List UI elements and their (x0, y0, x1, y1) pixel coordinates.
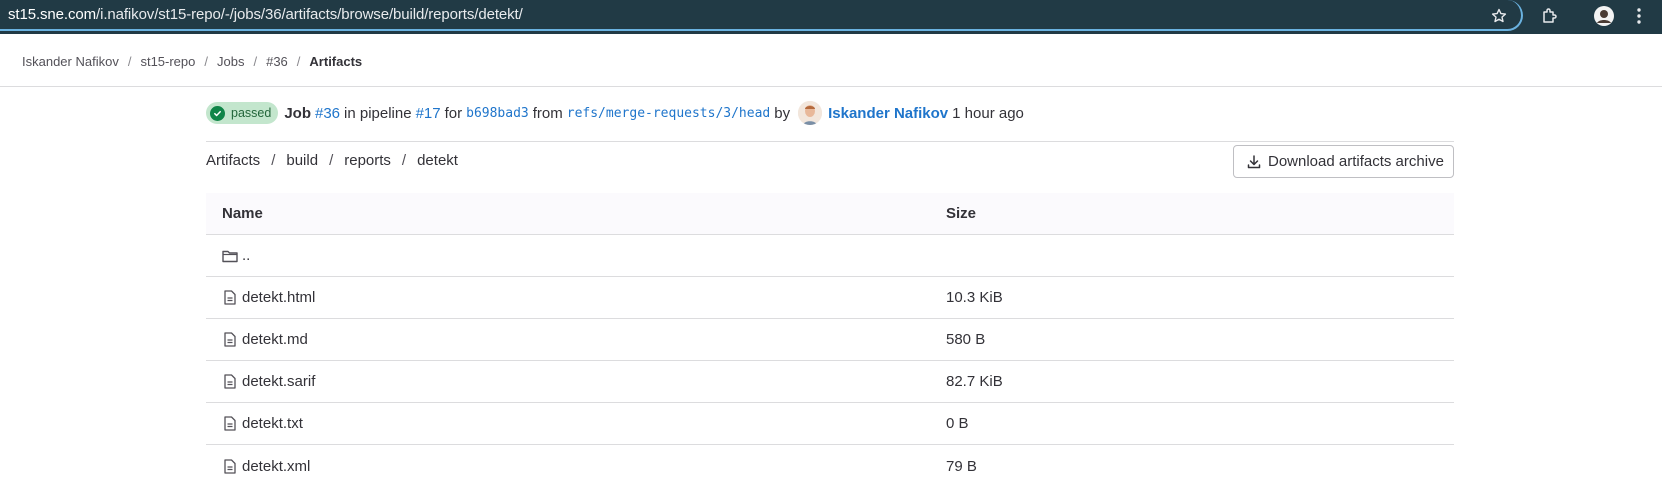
check-circle-icon (210, 105, 225, 121)
job-link[interactable]: #36 (315, 105, 340, 122)
pipeline-link[interactable]: #17 (416, 105, 441, 122)
address-bar[interactable]: st15.sne.com/i.nafikov/st15-repo/-/jobs/… (0, 0, 1523, 31)
extensions-icon[interactable] (1538, 4, 1562, 28)
file-name[interactable]: detekt.xml (242, 458, 310, 475)
file-name[interactable]: detekt.txt (242, 415, 303, 432)
breadcrumb-repo[interactable]: st15-repo (140, 54, 195, 69)
in-pipeline-text: in pipeline (344, 104, 412, 122)
file-size: 79 B (946, 457, 977, 475)
download-icon (1246, 154, 1262, 170)
url-domain: st15.sne.com (8, 6, 97, 23)
breadcrumb-user[interactable]: Iskander Nafikov (22, 54, 119, 69)
document-icon (222, 416, 238, 432)
file-size: 580 B (946, 331, 986, 348)
breadcrumb-separator: / (253, 54, 258, 69)
file-name[interactable]: detekt.sarif (242, 373, 315, 390)
author-link[interactable]: Iskander Nafikov (828, 105, 948, 122)
download-label: Download artifacts archive (1268, 153, 1444, 170)
commit-link[interactable]: b698bad3 (466, 106, 529, 121)
parent-link[interactable]: .. (242, 247, 250, 264)
artifacts-table: Name Size .. detekt.html 10.3 KiB detekt… (206, 193, 1454, 487)
breadcrumb-jobs[interactable]: Jobs (217, 54, 244, 69)
file-name[interactable]: detekt.md (242, 331, 308, 348)
document-icon (222, 332, 238, 348)
time-ago: 1 hour ago (952, 104, 1024, 122)
path-separator: / (329, 152, 334, 169)
breadcrumb-separator: / (204, 54, 208, 69)
job-label: Job (284, 104, 311, 122)
breadcrumb-separator: / (296, 54, 301, 69)
header-size: Size (946, 205, 977, 222)
file-name[interactable]: detekt.html (242, 289, 315, 306)
divider (206, 141, 1454, 142)
ref-link[interactable]: refs/merge-requests/3/head (567, 106, 771, 121)
path-detekt: detekt (417, 152, 458, 169)
table-row-parent[interactable]: .. (206, 235, 1454, 277)
from-text: from (532, 104, 563, 122)
for-text: for (444, 104, 463, 122)
job-info: passed Job #36 in pipeline #17 for b698b… (206, 100, 1024, 126)
header-name: Name (222, 205, 263, 222)
file-size: 10.3 KiB (946, 289, 1003, 306)
download-artifacts-button[interactable]: Download artifacts archive (1233, 145, 1454, 178)
path-build[interactable]: build (286, 152, 318, 169)
browser-toolbar: st15.sne.com/i.nafikov/st15-repo/-/jobs/… (0, 0, 1662, 34)
url-text[interactable]: st15.sne.com/i.nafikov/st15-repo/-/jobs/… (8, 6, 523, 23)
document-icon (222, 374, 238, 390)
document-icon (222, 458, 238, 474)
by-text: by (774, 104, 791, 122)
path-separator: / (401, 152, 407, 169)
breadcrumb-job-id[interactable]: #36 (266, 54, 288, 69)
status-badge[interactable]: passed (206, 102, 279, 124)
bookmark-star-icon[interactable] (1487, 4, 1511, 28)
path-reports[interactable]: reports (344, 152, 391, 169)
url-path: /i.nafikov/st15-repo/-/jobs/36/artifacts… (96, 6, 523, 23)
table-row[interactable]: detekt.md 580 B (206, 319, 1454, 361)
file-size: 0 B (946, 415, 969, 432)
menu-kebab-icon[interactable] (1627, 4, 1651, 28)
table-row[interactable]: detekt.xml 79 B (206, 445, 1454, 487)
status-text: passed (231, 106, 272, 120)
breadcrumb-artifacts[interactable]: Artifacts (309, 54, 362, 69)
table-header: Name Size (206, 193, 1454, 235)
avatar[interactable] (798, 101, 823, 125)
table-row[interactable]: detekt.txt 0 B (206, 403, 1454, 445)
table-row[interactable]: detekt.html 10.3 KiB (206, 277, 1454, 319)
top-nav: Iskander Nafikov / st15-repo / Jobs / #3… (0, 34, 1662, 87)
file-size: 82.7 KiB (946, 373, 1003, 390)
artifact-path: Artifacts / build / reports / detekt (206, 152, 458, 169)
breadcrumb-separator: / (127, 54, 132, 69)
folder-icon (222, 248, 238, 264)
path-separator: / (271, 152, 276, 169)
breadcrumb: Iskander Nafikov / st15-repo / Jobs / #3… (22, 54, 362, 69)
document-icon (222, 290, 238, 306)
path-artifacts[interactable]: Artifacts (206, 152, 260, 169)
profile-avatar-icon[interactable] (1592, 4, 1616, 28)
table-row[interactable]: detekt.sarif 82.7 KiB (206, 361, 1454, 403)
